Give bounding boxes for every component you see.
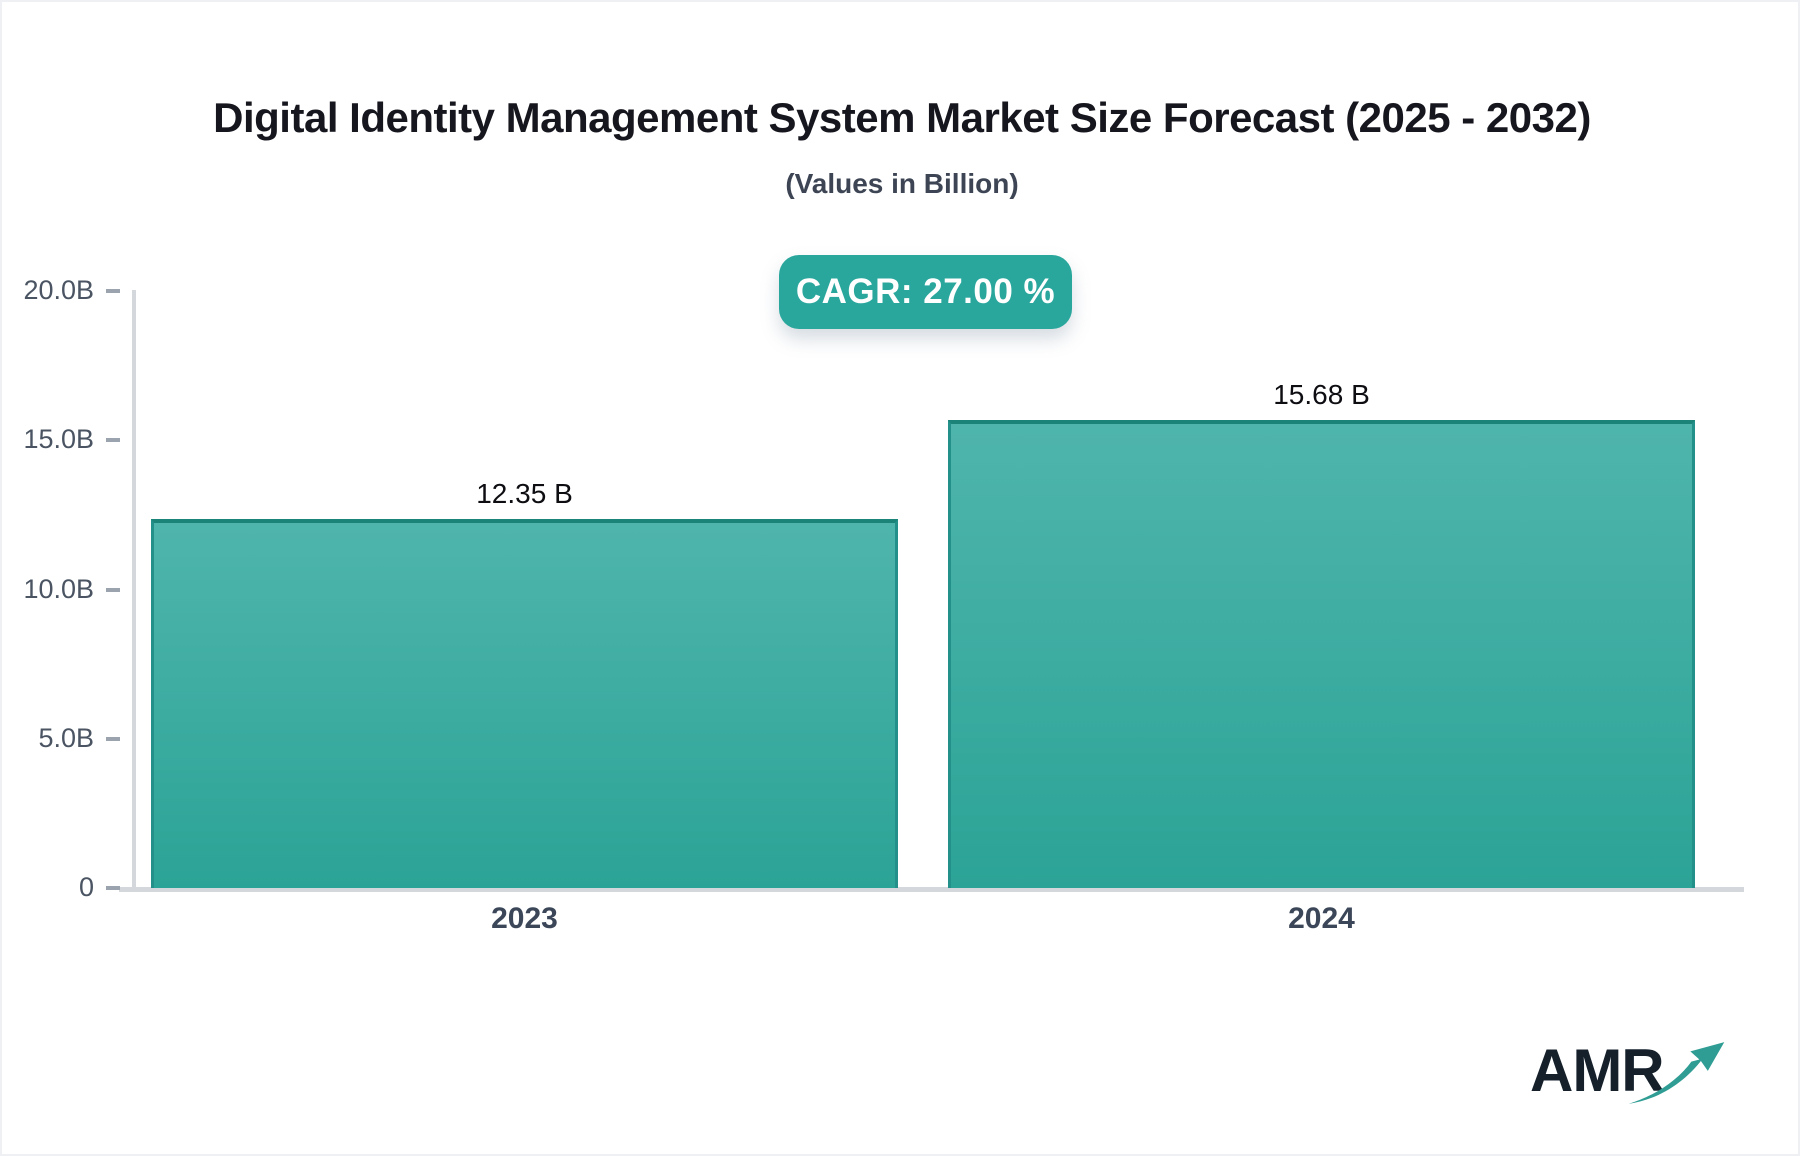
y-tick-dash [106, 737, 120, 741]
y-tick-dash [106, 886, 120, 890]
growth-arrow-icon [1626, 1038, 1730, 1110]
y-tick-dash [106, 289, 120, 293]
y-axis-line [132, 290, 136, 888]
bar-2023 [151, 519, 898, 888]
x-category-label: 2024 [948, 902, 1695, 936]
bar-value-label: 15.68 B [948, 379, 1695, 411]
page-title: Digital Identity Management System Marke… [2, 94, 1800, 142]
chart-canvas: Digital Identity Management System Marke… [0, 0, 1800, 1156]
y-tick-label: 5.0B [2, 723, 94, 754]
bar-value-label: 12.35 B [151, 478, 898, 510]
y-tick-label: 0 [2, 872, 94, 903]
cagr-badge-label: CAGR: 27.00 % [796, 272, 1055, 312]
amr-logo: AMR [1530, 1036, 1720, 1116]
y-tick-dash [106, 438, 120, 442]
bar-2024 [948, 420, 1695, 888]
y-tick-label: 10.0B [2, 574, 94, 605]
page-subtitle: (Values in Billion) [2, 168, 1800, 200]
x-category-label: 2023 [151, 902, 898, 936]
y-tick-label: 20.0B [2, 275, 94, 306]
y-tick-label: 15.0B [2, 424, 94, 455]
cagr-badge: CAGR: 27.00 % [779, 255, 1072, 329]
y-tick-dash [106, 588, 120, 592]
